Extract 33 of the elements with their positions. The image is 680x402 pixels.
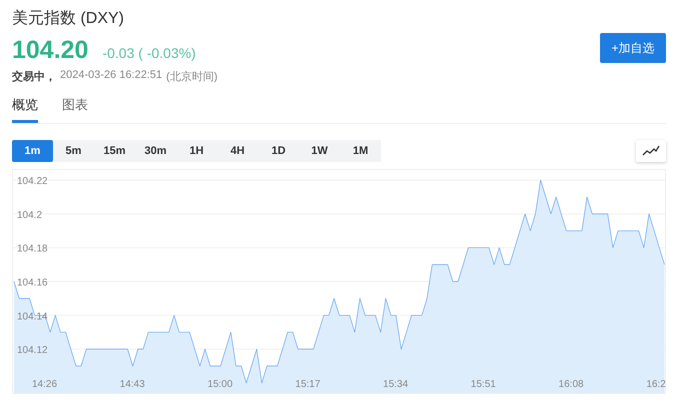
tab[interactable]: 概览 bbox=[12, 96, 38, 123]
period-tab[interactable]: 4H bbox=[217, 140, 258, 162]
add-watchlist-button[interactable]: +加自选 bbox=[600, 33, 666, 63]
index-title: 美元指数 (DXY) bbox=[12, 8, 125, 29]
timezone: (北京时间) bbox=[166, 70, 218, 84]
period-tab[interactable]: 30m bbox=[135, 140, 176, 162]
x-axis-label: 16:08 bbox=[558, 379, 584, 390]
price-change: -0.03 ( -0.03%) bbox=[102, 45, 196, 61]
chart-type-button[interactable] bbox=[636, 140, 666, 162]
period-tab[interactable]: 1D bbox=[258, 140, 299, 162]
x-axis-label: 15:17 bbox=[295, 379, 320, 390]
period-tab[interactable]: 1m bbox=[12, 140, 53, 162]
y-axis-label: 104.12 bbox=[17, 345, 48, 356]
y-axis-label: 104.16 bbox=[17, 278, 48, 288]
y-axis-label: 104.22 bbox=[17, 176, 48, 188]
trading-status: 交易中， bbox=[12, 70, 56, 84]
tab[interactable]: 图表 bbox=[62, 96, 88, 123]
x-axis-label: 15:51 bbox=[470, 379, 496, 390]
price: 104.20 bbox=[12, 36, 88, 65]
y-axis-label: 104.18 bbox=[17, 244, 48, 255]
x-axis-label: 15:00 bbox=[208, 379, 233, 390]
x-axis-label: 15:34 bbox=[383, 379, 408, 390]
period-tab[interactable]: 1W bbox=[299, 140, 340, 162]
period-tab[interactable]: 15m bbox=[94, 140, 135, 162]
x-axis-label: 16:2 bbox=[646, 379, 666, 390]
x-axis-label: 14:43 bbox=[120, 379, 145, 390]
period-tab[interactable]: 1H bbox=[176, 140, 217, 162]
period-tab[interactable]: 1M bbox=[340, 140, 381, 162]
period-tab[interactable]: 5m bbox=[53, 140, 94, 162]
line-chart-icon bbox=[642, 145, 660, 157]
x-axis-label: 14:26 bbox=[32, 379, 58, 390]
y-axis-label: 104.2 bbox=[17, 210, 42, 221]
timestamp: 2024-03-26 16:22:51 bbox=[60, 69, 162, 83]
